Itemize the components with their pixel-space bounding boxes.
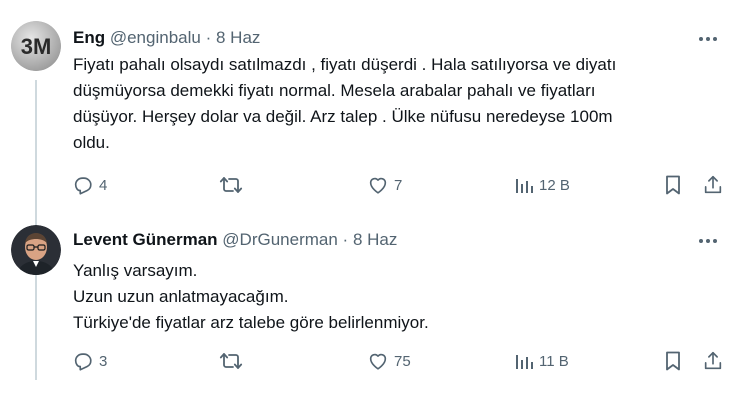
tweet-text-line: düşüyor. Herşey dolar va değil. Arz tale…	[73, 107, 613, 126]
retweet-icon	[219, 177, 243, 193]
avatar-3m-logo: 3M	[11, 21, 61, 71]
tweet-text-line: Fiyatı pahalı olsaydı satılmazdı , fiyat…	[73, 55, 617, 74]
retweet-button[interactable]	[219, 173, 248, 197]
share-icon	[704, 351, 722, 370]
reply-icon	[74, 353, 92, 371]
author-handle[interactable]: @DrGunerman	[222, 230, 338, 249]
retweet-button[interactable]	[219, 349, 248, 373]
tweet-enginbalu[interactable]: 3M Eng @enginbalu · 8 Haz Fiyatı pahalı …	[0, 0, 730, 215]
separator-dot: ·	[205, 28, 212, 47]
like-count: 75	[394, 352, 411, 370]
tweet-text: Yanlış varsayım. Uzun uzun anlatmayacağı…	[73, 258, 713, 336]
tweet-actions: 3 75 11 B	[72, 349, 722, 373]
more-options-button[interactable]	[696, 231, 720, 251]
tweet-text-line: Uzun uzun anlatmayacağım.	[73, 287, 289, 306]
svg-text:3M: 3M	[21, 34, 52, 59]
like-count: 7	[394, 176, 403, 194]
bookmark-button[interactable]	[663, 349, 683, 373]
views-icon	[516, 179, 533, 193]
more-options-button[interactable]	[696, 29, 720, 49]
tweet-text: Fiyatı pahalı olsaydı satılmazdı , fiyat…	[73, 52, 713, 156]
share-button[interactable]	[702, 349, 724, 373]
share-icon	[704, 175, 722, 194]
bookmark-button[interactable]	[663, 173, 683, 197]
author-name[interactable]: Levent Günerman	[73, 230, 218, 249]
views-count: 12 B	[539, 176, 570, 194]
bookmark-icon	[666, 175, 680, 195]
tweet-date[interactable]: 8 Haz	[353, 230, 397, 249]
more-icon	[699, 239, 717, 243]
tweet-header: Eng @enginbalu · 8 Haz	[73, 27, 260, 49]
reply-count: 4	[99, 176, 108, 194]
tweet-text-line: oldu.	[73, 133, 110, 152]
tweet-text-line: Türkiye'de fiyatlar arz talebe göre beli…	[73, 313, 429, 332]
bookmark-icon	[666, 351, 680, 371]
share-button[interactable]	[702, 173, 724, 197]
views-button[interactable]: 11 B	[514, 349, 569, 373]
author-name[interactable]: Eng	[73, 28, 105, 47]
author-handle[interactable]: @enginbalu	[110, 28, 201, 47]
like-button[interactable]: 75	[367, 349, 411, 373]
tweet-text-line: düşmüyorsa demekki fiyatı normal. Mesela…	[73, 81, 596, 100]
reply-button[interactable]: 4	[72, 173, 107, 197]
avatar[interactable]	[11, 225, 61, 275]
tweet-drgunerman[interactable]: Levent Günerman @DrGunerman · 8 Haz Yanl…	[0, 215, 730, 420]
tweet-text-line: Yanlış varsayım.	[73, 261, 198, 280]
tweet-header: Levent Günerman @DrGunerman · 8 Haz	[73, 229, 397, 251]
avatar[interactable]: 3M	[11, 21, 61, 71]
retweet-icon	[219, 353, 243, 369]
like-icon	[369, 177, 387, 194]
reply-count: 3	[99, 352, 108, 370]
views-count: 11 B	[539, 352, 569, 370]
views-icon	[516, 355, 533, 369]
tweet-actions: 4 7 12 B	[72, 173, 722, 197]
like-icon	[369, 353, 387, 370]
like-button[interactable]: 7	[367, 173, 402, 197]
views-button[interactable]: 12 B	[514, 173, 570, 197]
separator-dot: ·	[342, 230, 349, 249]
more-icon	[699, 37, 717, 41]
tweet-date[interactable]: 8 Haz	[216, 28, 260, 47]
reply-icon	[74, 177, 92, 195]
reply-button[interactable]: 3	[72, 349, 107, 373]
avatar-portrait-image	[11, 225, 61, 275]
